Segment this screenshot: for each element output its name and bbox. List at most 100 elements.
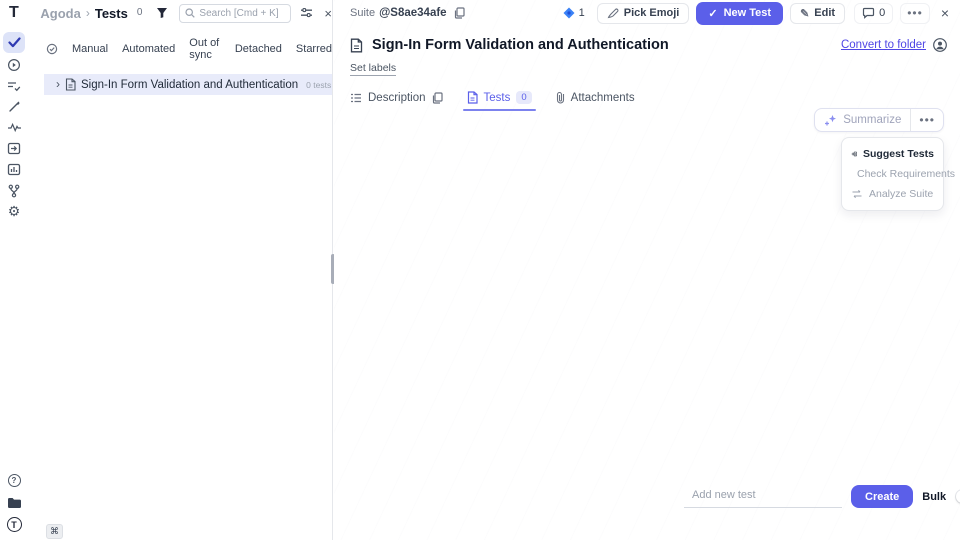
- suite-file-icon: [350, 38, 363, 53]
- set-labels-link[interactable]: Set labels: [350, 62, 396, 76]
- convert-to-folder-link[interactable]: Convert to folder: [841, 39, 926, 51]
- ai-actions-menu: Suggest Tests Check Requirements Analyze…: [841, 137, 944, 211]
- sidebar-item-tests[interactable]: [3, 32, 25, 53]
- check-requirements-label: Check Requirements: [857, 168, 955, 180]
- paperclip-icon: [556, 91, 565, 104]
- analyze-suite-icon: [851, 188, 863, 200]
- search-icon: [185, 8, 195, 18]
- filter-settings-icon[interactable]: [300, 7, 313, 19]
- brand-circle-icon: T: [7, 517, 22, 532]
- emoji-pen-icon: [607, 7, 619, 19]
- sidebar-item-runs[interactable]: [3, 55, 25, 74]
- search-input[interactable]: [199, 8, 285, 19]
- sidebar-item-plans[interactable]: [3, 76, 25, 95]
- filter-tab-manual[interactable]: Manual: [72, 43, 108, 55]
- filter-tab-detached[interactable]: Detached: [235, 43, 282, 55]
- tests-count-badge: 0: [137, 7, 143, 18]
- suggest-tests-label: Suggest Tests: [863, 148, 934, 160]
- breadcrumb-project[interactable]: Agoda: [40, 6, 80, 21]
- suite-title-row: Sign-In Form Validation and Authenticati…: [334, 37, 960, 53]
- sidebar-item-settings[interactable]: ⚙: [3, 202, 25, 221]
- summarize-control: Summarize •••: [814, 108, 944, 132]
- filter-tabs-row: Manual Automated Out of sync Detached St…: [46, 37, 332, 61]
- pencil-icon: ✎: [800, 7, 809, 20]
- suite-header: Suite @S8ae34afe 1 Pick Emoji ✓ New Test…: [334, 0, 960, 26]
- sidebar-item-pulse[interactable]: [3, 118, 25, 137]
- copy-description-icon[interactable]: [432, 92, 443, 104]
- sidebar-item-import[interactable]: [3, 139, 25, 158]
- suite-detail-panel: Suite @S8ae34afe 1 Pick Emoji ✓ New Test…: [334, 0, 960, 540]
- summarize-more-icon[interactable]: •••: [910, 109, 943, 131]
- filter-tab-out-of-sync[interactable]: Out of sync: [189, 37, 221, 61]
- sidebar-item-brand[interactable]: T: [3, 515, 25, 534]
- new-test-label: New Test: [724, 7, 771, 19]
- new-test-button[interactable]: ✓ New Test: [696, 2, 783, 25]
- suite-file-icon: [65, 78, 76, 91]
- sidebar-item-draft[interactable]: [3, 97, 25, 116]
- tests-file-icon: [467, 91, 478, 104]
- menu-item-analyze-suite[interactable]: Analyze Suite: [842, 184, 943, 204]
- tab-attachments-label: Attachments: [571, 92, 635, 104]
- toggle-knob: [956, 490, 960, 503]
- menu-item-suggest-tests[interactable]: Suggest Tests: [842, 144, 943, 164]
- sparkle-icon: [824, 114, 838, 127]
- gear-icon: ⚙: [8, 203, 21, 220]
- linked-issues-count: 1: [579, 7, 585, 19]
- suggest-tests-icon: [851, 148, 857, 160]
- create-button[interactable]: Create: [851, 485, 913, 508]
- tab-attachments[interactable]: Attachments: [556, 91, 635, 111]
- bulk-label: Bulk: [922, 491, 946, 503]
- suite-id[interactable]: @S8ae34afe: [379, 7, 446, 19]
- sidebar-item-analytics[interactable]: [3, 160, 25, 179]
- suite-title: Sign-In Form Validation and Authenticati…: [372, 37, 669, 53]
- help-icon: ?: [8, 474, 21, 487]
- sidebar-item-branches[interactable]: [3, 181, 25, 200]
- edit-button[interactable]: ✎ Edit: [790, 3, 845, 24]
- edit-label: Edit: [814, 7, 835, 19]
- copy-suite-id-icon[interactable]: [454, 7, 465, 19]
- app-logo[interactable]: T: [9, 4, 26, 22]
- sidebar-rail-bottom: ? T: [0, 471, 28, 534]
- more-actions-icon[interactable]: •••: [900, 3, 930, 24]
- add-test-input[interactable]: [684, 485, 842, 508]
- pick-emoji-button[interactable]: Pick Emoji: [597, 3, 690, 24]
- summarize-button[interactable]: Summarize: [815, 114, 910, 127]
- close-panel-icon[interactable]: ×: [324, 6, 332, 21]
- app-root: T Agoda › Tests 0 ×: [0, 0, 960, 540]
- review-status-icon[interactable]: [46, 43, 58, 55]
- breadcrumb: Agoda › Tests 0: [40, 6, 142, 21]
- keyboard-shortcuts-button[interactable]: ⌘: [46, 524, 63, 539]
- tab-description-label: Description: [368, 92, 426, 104]
- filter-tab-automated[interactable]: Automated: [122, 43, 175, 55]
- breadcrumb-section[interactable]: Tests: [95, 6, 128, 21]
- suite-type-label: Suite: [350, 7, 375, 19]
- comments-button[interactable]: 0: [854, 3, 893, 24]
- sidebar-item-projects[interactable]: [3, 493, 25, 512]
- left-panel-header: T Agoda › Tests 0 ×: [0, 0, 332, 26]
- bulk-toggle[interactable]: [955, 489, 960, 504]
- search-box[interactable]: [179, 4, 291, 23]
- tab-description[interactable]: Description: [350, 92, 443, 111]
- close-suite-icon[interactable]: ×: [941, 5, 949, 21]
- filter-tab-starred[interactable]: Starred: [296, 43, 332, 55]
- add-test-row: Create Bulk: [684, 485, 946, 508]
- tab-tests-count-badge: 0: [516, 91, 531, 104]
- tab-tests-label: Tests: [484, 92, 511, 104]
- chevron-right-icon[interactable]: ›: [56, 77, 60, 91]
- folder-icon: [7, 497, 22, 509]
- suite-tree-row[interactable]: › Sign-In Form Validation and Authentica…: [44, 74, 332, 95]
- assignee-avatar[interactable]: [933, 38, 947, 52]
- sidebar-item-help[interactable]: ?: [3, 471, 25, 490]
- left-panel: T Agoda › Tests 0 ×: [0, 0, 333, 540]
- comment-icon: [862, 7, 875, 19]
- command-icon: ⌘: [50, 526, 59, 537]
- check-icon: ✓: [708, 7, 717, 20]
- filter-funnel-icon[interactable]: [156, 7, 168, 19]
- tab-tests[interactable]: Tests 0: [467, 91, 532, 111]
- analyze-suite-label: Analyze Suite: [869, 188, 933, 200]
- sidebar-rail: ⚙: [0, 32, 28, 221]
- summarize-label: Summarize: [843, 114, 901, 126]
- menu-item-check-requirements[interactable]: Check Requirements: [842, 164, 943, 184]
- suite-tree-label[interactable]: Sign-In Form Validation and Authenticati…: [81, 79, 298, 91]
- linked-issues-counter[interactable]: 1: [563, 7, 585, 19]
